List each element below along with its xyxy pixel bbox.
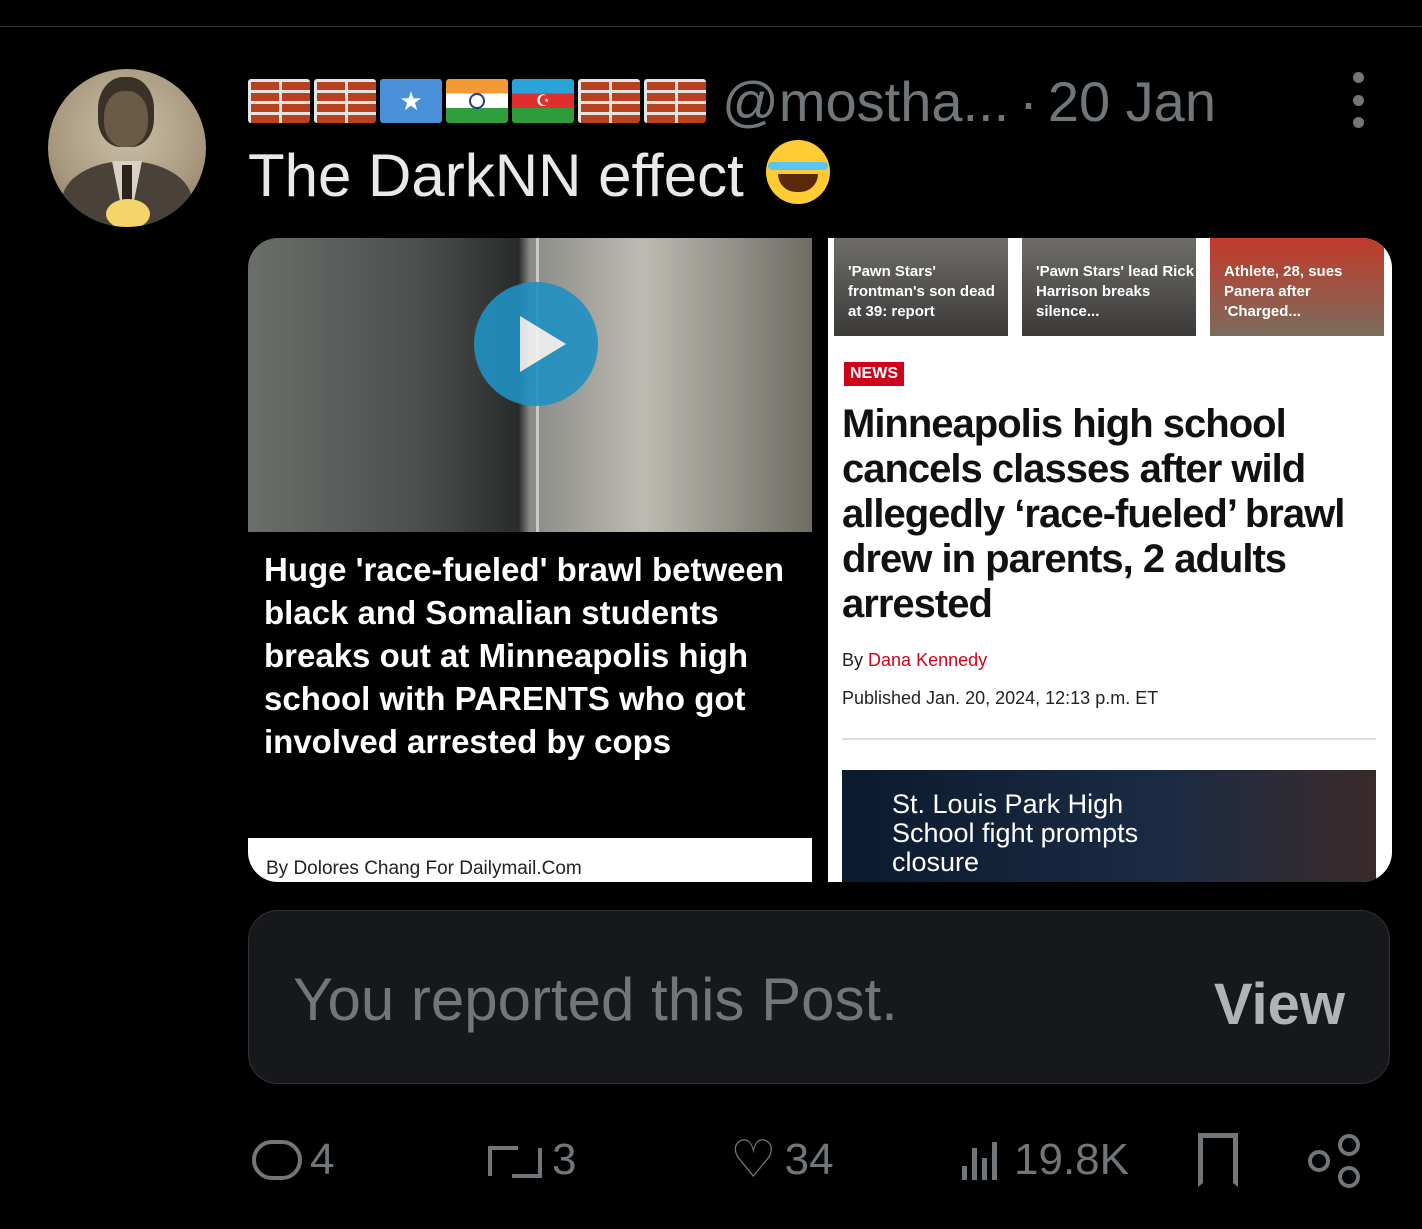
thumbnail-caption: 'Pawn Stars' lead Rick Harrison breaks s… (1036, 263, 1195, 320)
repost-button[interactable]: 3 (484, 1128, 576, 1192)
media-grid[interactable]: Huge 'race-fueled' brawl between black a… (248, 238, 1392, 882)
repost-count: 3 (552, 1135, 577, 1184)
share-icon (1308, 1134, 1360, 1188)
news-badge: NEWS (844, 362, 904, 386)
right-byline: By Dana Kennedy (842, 650, 987, 671)
view-count: 19.8K (1014, 1135, 1129, 1184)
repost-icon (484, 1140, 544, 1180)
byline-prefix: By (842, 650, 864, 670)
view-button[interactable]: View (1214, 971, 1345, 1038)
post-date[interactable]: 20 Jan (1048, 69, 1216, 134)
embedded-video-thumbnail: St. Louis Park High School fight prompts… (842, 770, 1376, 882)
separator-dot: · (1019, 69, 1038, 133)
right-headline: Minneapolis high school cancels classes … (842, 402, 1345, 626)
related-thumbnail: 'Pawn Stars' lead Rick Harrison breaks s… (1022, 238, 1196, 336)
left-byline-bar: By Dolores Chang For Dailymail.Com (248, 838, 812, 882)
avatar-face (104, 91, 148, 147)
user-handle[interactable]: @mostha... (722, 69, 1009, 134)
related-thumbnail: Athlete, 28, sues Panera after 'Charged.… (1210, 238, 1384, 336)
face-with-tears-of-joy-icon (766, 140, 831, 204)
action-bar: 4 3 ♡ 34 19.8K (248, 1128, 1368, 1192)
reply-icon (252, 1140, 302, 1180)
thumbnail-caption: Athlete, 28, sues Panera after 'Charged.… (1224, 263, 1343, 320)
related-thumbnails: 'Pawn Stars' frontman's son dead at 39: … (834, 238, 1386, 338)
brick-icon (248, 79, 310, 123)
views-button[interactable]: 19.8K (962, 1128, 1129, 1192)
reported-notice: You reported this Post. View (248, 910, 1390, 1084)
reported-notice-text: You reported this Post. (293, 966, 898, 1033)
bookmark-button[interactable] (1198, 1128, 1238, 1192)
left-headline: Huge 'race-fueled' brawl between black a… (264, 551, 784, 760)
post-header: ★ ☪ @mostha... · 20 Jan (248, 66, 1216, 136)
left-byline: By Dolores Chang For Dailymail.Com (266, 858, 582, 879)
play-icon[interactable] (474, 282, 598, 406)
avatar[interactable] (48, 69, 206, 227)
share-button[interactable] (1308, 1128, 1360, 1192)
brick-icon (644, 79, 706, 123)
like-button[interactable]: ♡ 34 (730, 1128, 834, 1192)
brick-icon (314, 79, 376, 123)
related-thumbnail: 'Pawn Stars' frontman's son dead at 39: … (834, 238, 1008, 336)
thumbnail-caption: 'Pawn Stars' frontman's son dead at 39: … (848, 263, 995, 320)
media-image-right[interactable]: 'Pawn Stars' frontman's son dead at 39: … (828, 238, 1392, 882)
more-options-icon[interactable] (1340, 72, 1376, 128)
top-divider (0, 26, 1422, 27)
heart-icon: ♡ (730, 1131, 777, 1189)
reply-count: 4 (310, 1135, 335, 1184)
post-text-content: The DarkNN effect (248, 142, 744, 209)
display-name[interactable]: ★ ☪ (248, 79, 706, 123)
azerbaijan-flag-icon: ☪ (512, 79, 574, 123)
media-image-left[interactable]: Huge 'race-fueled' brawl between black a… (248, 238, 812, 882)
bookmark-icon (1198, 1133, 1238, 1187)
video-thumbnail[interactable] (248, 238, 812, 532)
video-caption: St. Louis Park High School fight prompts… (892, 789, 1139, 877)
brick-icon (578, 79, 640, 123)
like-count: 34 (784, 1135, 834, 1184)
india-flag-icon (446, 79, 508, 123)
reply-button[interactable]: 4 (252, 1128, 334, 1192)
post-text: The DarkNN effect (248, 140, 831, 210)
somalia-flag-icon: ★ (380, 79, 442, 123)
author-name: Dana Kennedy (868, 650, 988, 670)
divider (842, 738, 1376, 740)
published-date: Published Jan. 20, 2024, 12:13 p.m. ET (842, 688, 1159, 708)
avatar-light (106, 199, 150, 227)
views-icon (962, 1140, 1006, 1180)
